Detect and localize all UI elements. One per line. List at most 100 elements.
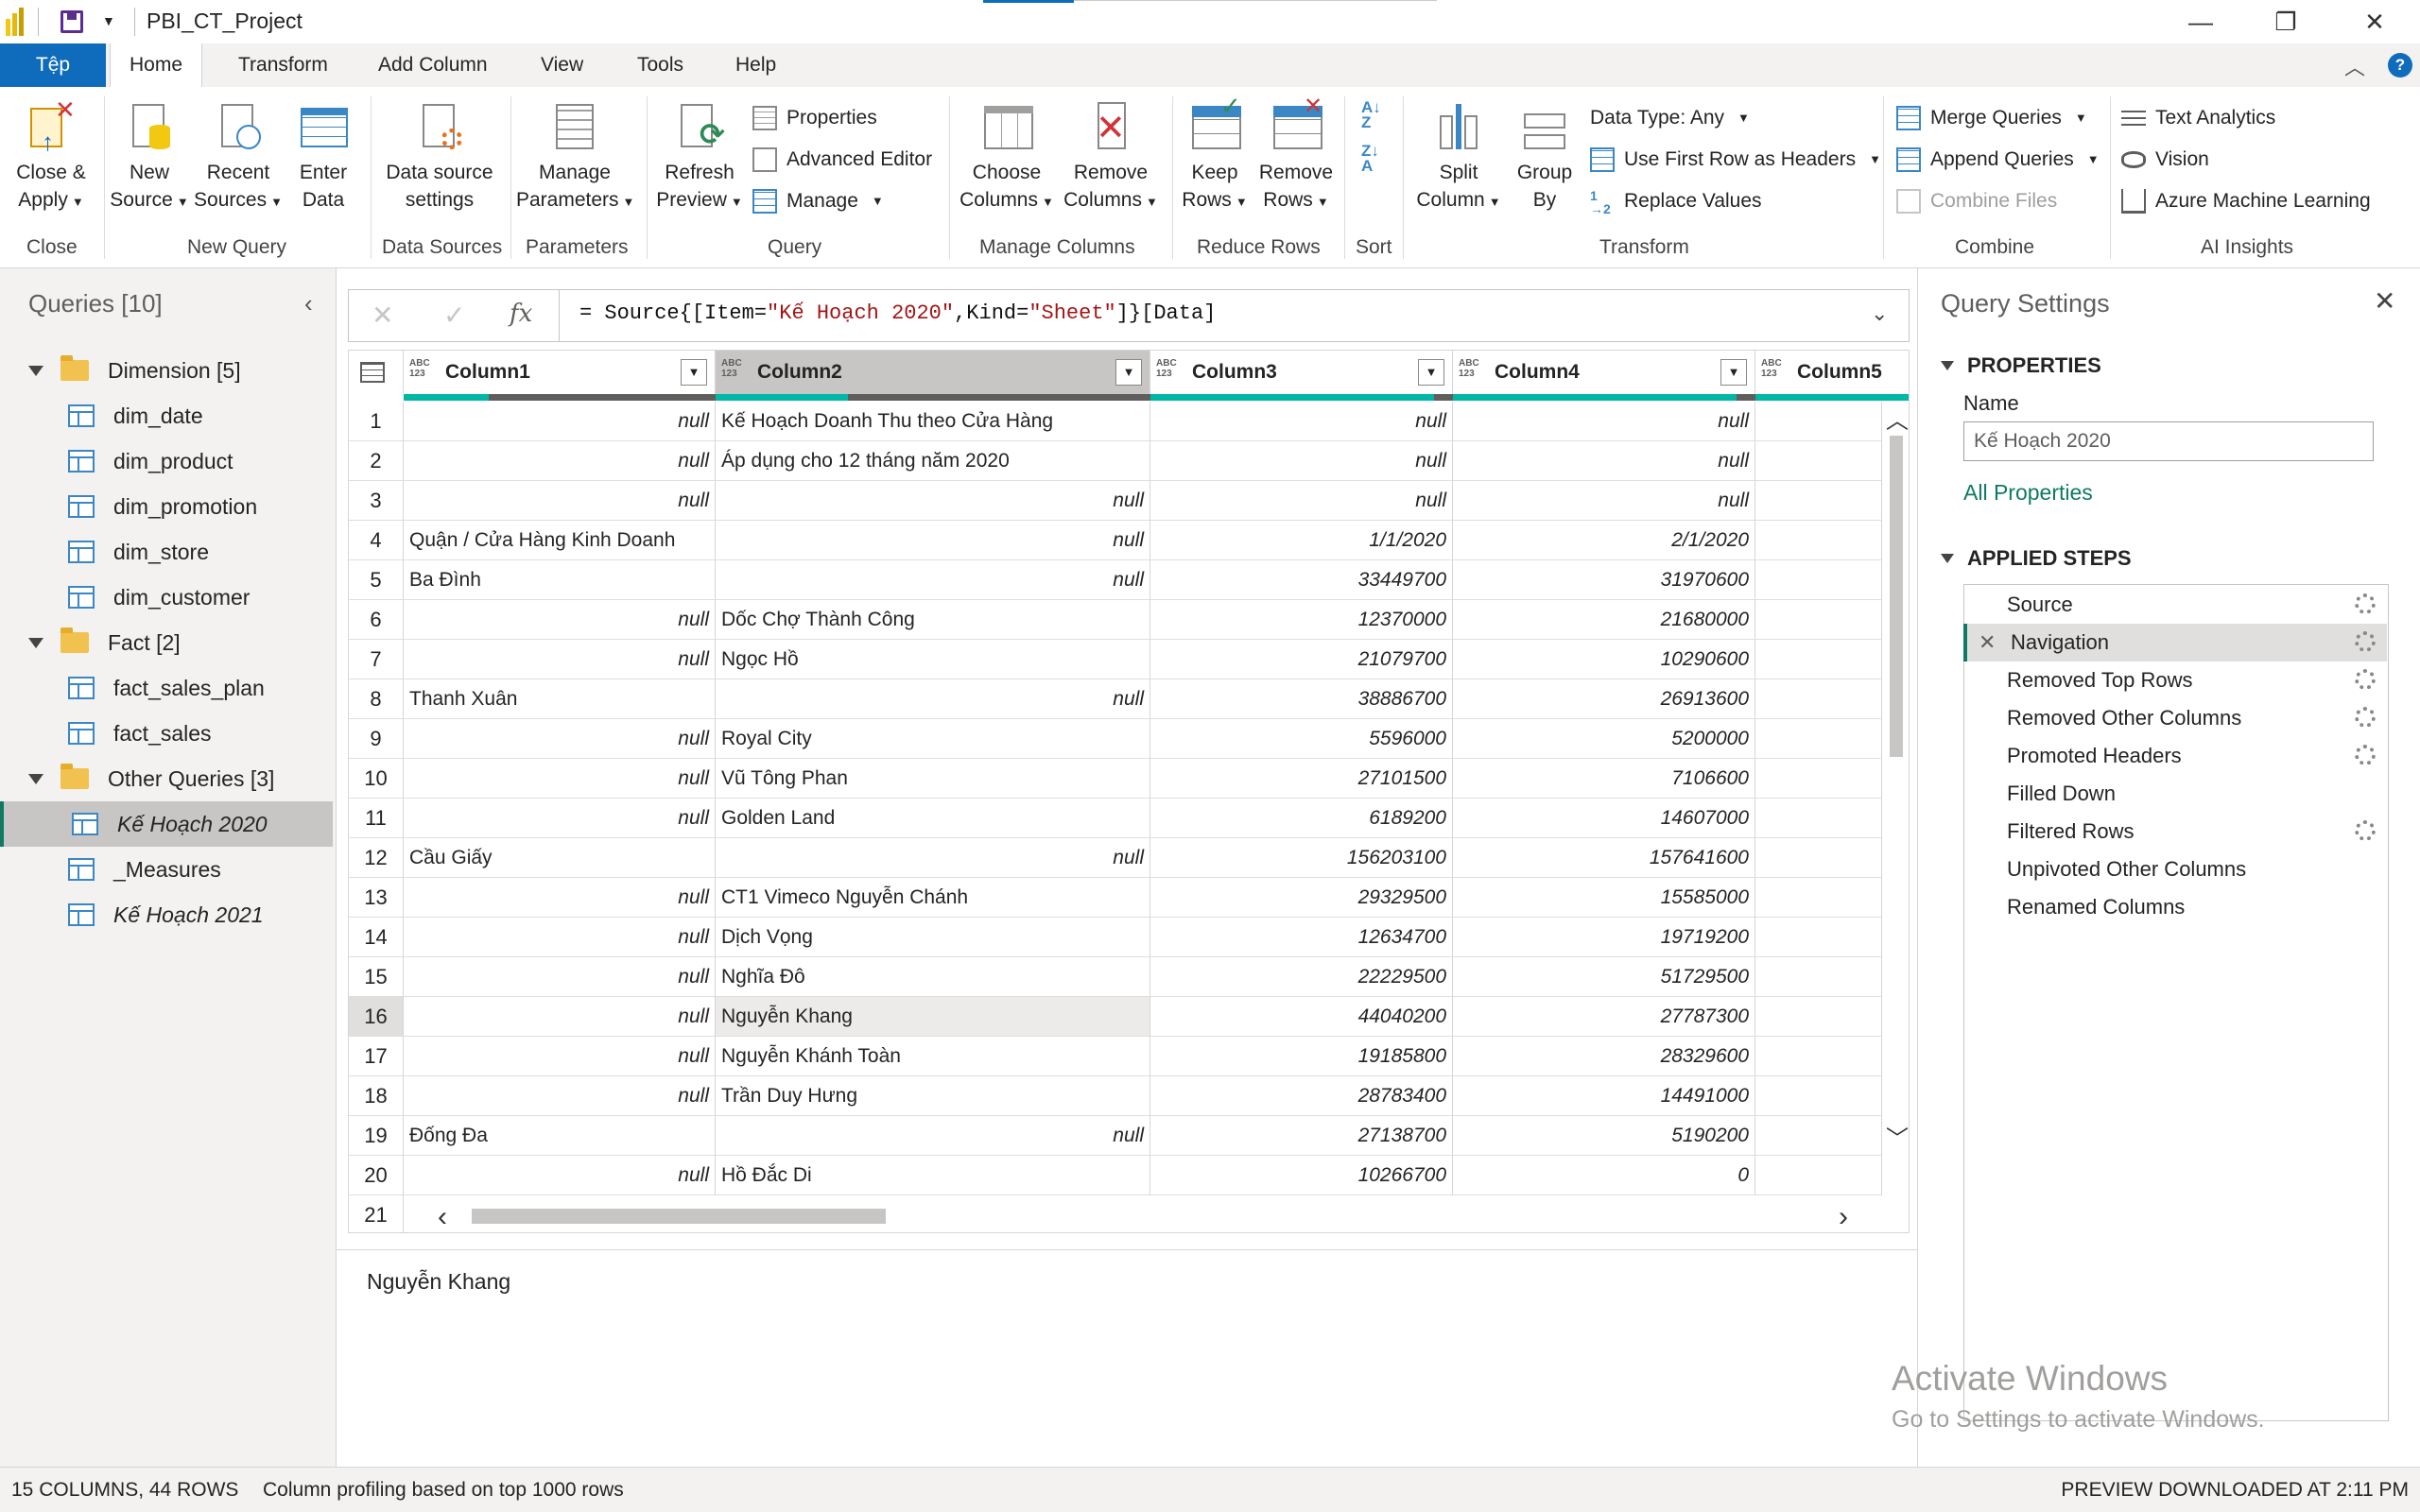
restore-button[interactable]: ❐ — [2240, 0, 2331, 43]
grid-cell[interactable]: 29329500 — [1150, 878, 1453, 918]
grid-cell[interactable]: Áp dụng cho 12 tháng năm 2020 — [716, 441, 1150, 481]
query-item-selected[interactable]: Kế Hoạch 2020 — [0, 801, 333, 847]
grid-cell[interactable]: 6189200 — [1150, 799, 1453, 838]
grid-cell[interactable] — [1755, 1116, 1882, 1156]
grid-cell[interactable]: 15585000 — [1453, 878, 1755, 918]
grid-cell[interactable]: Nghĩa Đô — [716, 957, 1150, 997]
row-number[interactable]: 8 — [349, 679, 404, 719]
grid-cell[interactable]: 31970600 — [1453, 560, 1755, 600]
grid-cell[interactable] — [1755, 402, 1882, 441]
grid-cell[interactable]: 26913600 — [1453, 679, 1755, 719]
vertical-scrollbar[interactable]: ︿ ﹀ — [1882, 402, 1909, 1158]
grid-cell[interactable] — [1755, 799, 1882, 838]
column-header-2[interactable]: ABC 123 Column2 ▼ — [716, 351, 1150, 394]
grid-cell[interactable] — [1755, 1156, 1882, 1195]
grid-cell[interactable]: null — [716, 481, 1150, 521]
grid-cell[interactable]: Thanh Xuân — [404, 679, 716, 719]
grid-cell[interactable]: null — [1453, 481, 1755, 521]
grid-cell[interactable]: null — [404, 1076, 716, 1116]
step-renamed-columns[interactable]: Renamed Columns — [1963, 888, 2387, 926]
choose-columns-button[interactable]: Choose Columns ▼ — [955, 100, 1059, 215]
filter-dropdown-icon[interactable]: ▼ — [1115, 359, 1142, 386]
remove-columns-button[interactable]: ✕ Remove Columns ▼ — [1059, 100, 1163, 215]
grid-cell[interactable]: Dịch Vọng — [716, 918, 1150, 957]
grid-cell[interactable]: null — [404, 481, 716, 521]
grid-cell[interactable] — [1755, 600, 1882, 640]
grid-cell[interactable]: 10266700 — [1150, 1156, 1453, 1195]
gear-icon[interactable] — [2355, 820, 2376, 841]
grid-cell[interactable]: Golden Land — [716, 799, 1150, 838]
tab-view[interactable]: View — [522, 43, 602, 87]
query-item[interactable]: dim_promotion — [0, 484, 333, 529]
table-menu-button[interactable] — [349, 351, 404, 394]
query-item[interactable]: dim_product — [0, 438, 333, 484]
save-icon[interactable] — [60, 10, 83, 33]
row-number[interactable]: 21 — [349, 1195, 404, 1232]
query-item[interactable]: dim_customer — [0, 575, 333, 620]
applied-steps-section[interactable]: APPLIED STEPS — [1941, 546, 2132, 571]
column-header-5[interactable]: ABC 123 Column5 — [1755, 351, 1909, 394]
row-number[interactable]: 19 — [349, 1116, 404, 1156]
gear-icon[interactable] — [2355, 593, 2376, 614]
grid-cell[interactable]: null — [716, 521, 1150, 560]
query-item[interactable]: dim_store — [0, 529, 333, 575]
grid-cell[interactable]: Royal City — [716, 719, 1150, 759]
grid-cell[interactable]: Nguyễn Khang — [716, 997, 1150, 1037]
new-source-button[interactable]: New Source ▼ — [110, 100, 189, 215]
grid-cell[interactable]: Vũ Tông Phan — [716, 759, 1150, 799]
column-header-1[interactable]: ABC 123 Column1 ▼ — [404, 351, 716, 394]
properties-section[interactable]: PROPERTIES — [1941, 353, 2101, 378]
row-number[interactable]: 10 — [349, 759, 404, 799]
grid-cell[interactable]: 19719200 — [1453, 918, 1755, 957]
grid-cell[interactable]: null — [716, 838, 1150, 878]
scroll-up-icon[interactable]: ︿ — [1886, 402, 1909, 435]
grid-cell[interactable]: null — [716, 679, 1150, 719]
append-queries-button[interactable]: Append Queries ▼ — [1896, 144, 2100, 176]
grid-cell[interactable]: Ba Đình — [404, 560, 716, 600]
grid-cell[interactable]: 21079700 — [1150, 640, 1453, 679]
grid-cell[interactable] — [1755, 997, 1882, 1037]
grid-cell[interactable]: null — [1453, 402, 1755, 441]
grid-cell[interactable]: 5596000 — [1150, 719, 1453, 759]
row-number[interactable]: 9 — [349, 719, 404, 759]
manage-parameters-button[interactable]: Manage Parameters ▼ — [516, 100, 634, 215]
gear-icon[interactable] — [2355, 669, 2376, 690]
grid-cell[interactable]: 27101500 — [1150, 759, 1453, 799]
row-number[interactable]: 17 — [349, 1037, 404, 1076]
query-group-other[interactable]: Other Queries [3] — [0, 756, 333, 801]
query-group-dimension[interactable]: Dimension [5] — [0, 348, 333, 393]
step-navigation[interactable]: ✕ Navigation — [1963, 624, 2387, 662]
filter-dropdown-icon[interactable]: ▼ — [681, 359, 707, 386]
row-number[interactable]: 11 — [349, 799, 404, 838]
grid-cell[interactable] — [1755, 1037, 1882, 1076]
gear-icon[interactable] — [2355, 631, 2376, 652]
tab-file[interactable]: Tệp — [0, 43, 106, 87]
group-by-button[interactable]: Group By — [1509, 100, 1581, 214]
grid-cell[interactable]: 27138700 — [1150, 1116, 1453, 1156]
grid-cell[interactable]: null — [404, 957, 716, 997]
step-source[interactable]: Source — [1963, 586, 2387, 624]
grid-cell[interactable] — [1755, 838, 1882, 878]
grid-cell[interactable]: 51729500 — [1453, 957, 1755, 997]
filter-dropdown-icon[interactable]: ▼ — [1418, 359, 1444, 386]
properties-button[interactable]: Properties — [752, 102, 877, 134]
gear-icon[interactable] — [2355, 707, 2376, 728]
step-filled-down[interactable]: Filled Down — [1963, 775, 2387, 813]
text-analytics-button[interactable]: Text Analytics — [2121, 102, 2275, 134]
row-number[interactable]: 13 — [349, 878, 404, 918]
refresh-preview-button[interactable]: ⟳ Refresh Preview ▼ — [652, 100, 747, 215]
expand-formula-icon[interactable]: ⌄ — [1871, 301, 1888, 326]
grid-cell[interactable]: Ngọc Hồ — [716, 640, 1150, 679]
grid-cell[interactable]: null — [404, 640, 716, 679]
grid-cell[interactable]: Đống Đa — [404, 1116, 716, 1156]
row-number[interactable]: 5 — [349, 560, 404, 600]
merge-queries-button[interactable]: Merge Queries ▼ — [1896, 102, 2087, 134]
vision-button[interactable]: Vision — [2121, 144, 2209, 176]
grid-cell[interactable]: 33449700 — [1150, 560, 1453, 600]
row-number[interactable]: 15 — [349, 957, 404, 997]
query-item[interactable]: dim_date — [0, 393, 333, 438]
grid-cell[interactable]: null — [404, 1156, 716, 1195]
grid-cell[interactable]: 14491000 — [1453, 1076, 1755, 1116]
step-unpivoted-other-columns[interactable]: Unpivoted Other Columns — [1963, 850, 2387, 888]
grid-cell[interactable]: null — [404, 878, 716, 918]
